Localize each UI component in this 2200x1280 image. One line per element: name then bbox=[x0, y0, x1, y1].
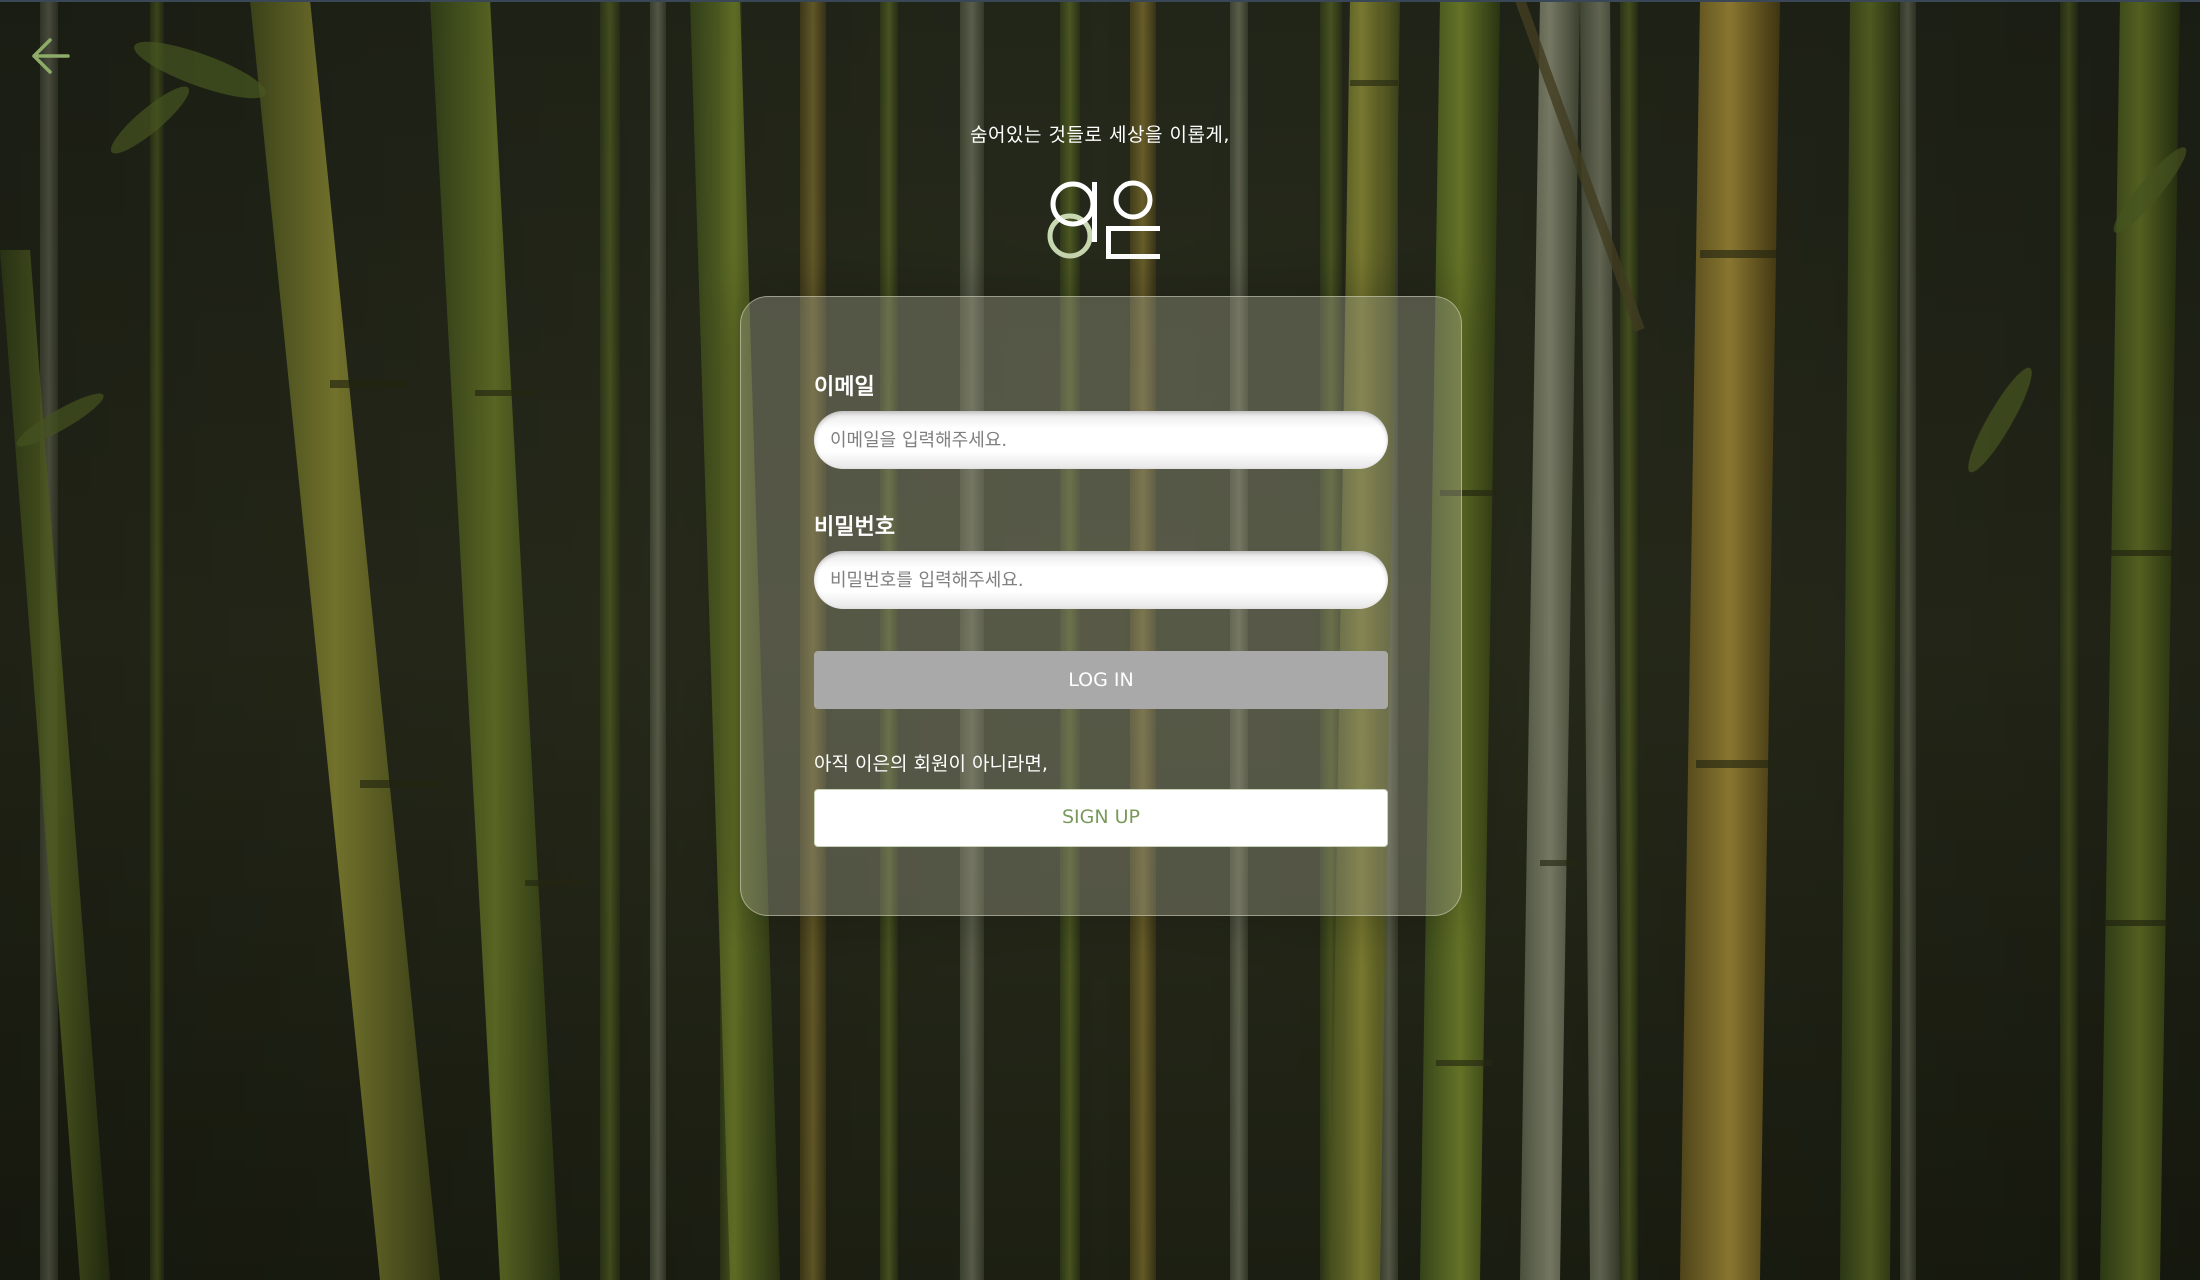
back-button[interactable] bbox=[30, 36, 74, 76]
email-label: 이메일 bbox=[814, 375, 875, 400]
signup-note: 아직 이은의 회원이 아니라면, bbox=[814, 753, 1048, 775]
top-border bbox=[0, 0, 2200, 2]
ieun-logo bbox=[1047, 180, 1160, 259]
login-page: 숨어있는 것들로 세상을 이롭게, 이메일 비밀번호 LOG IN 아직 이은의… bbox=[0, 0, 2200, 1280]
login-button[interactable]: LOG IN bbox=[814, 651, 1388, 709]
tagline: 숨어있는 것들로 세상을 이롭게, bbox=[970, 124, 1230, 146]
signup-button[interactable]: SIGN UP bbox=[814, 789, 1388, 847]
login-card: 이메일 비밀번호 LOG IN 아직 이은의 회원이 아니라면, SIGN UP bbox=[740, 296, 1462, 916]
password-input[interactable] bbox=[814, 551, 1388, 609]
email-input[interactable] bbox=[814, 411, 1388, 469]
arrow-left-icon bbox=[32, 38, 70, 74]
password-label: 비밀번호 bbox=[814, 515, 895, 540]
